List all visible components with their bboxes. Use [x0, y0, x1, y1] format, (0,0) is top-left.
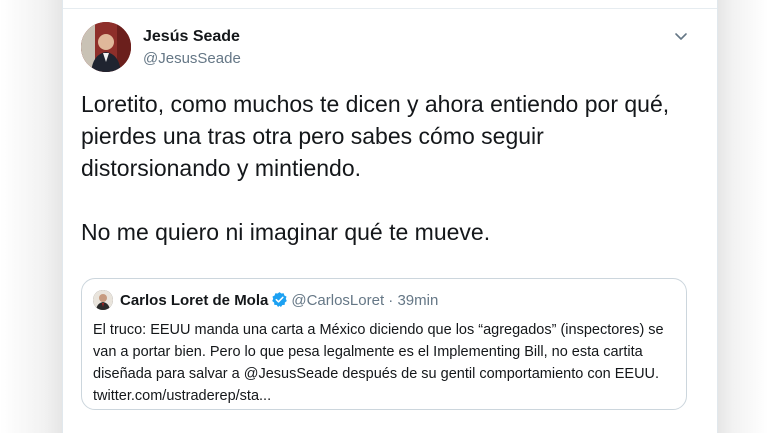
left-backdrop — [0, 0, 62, 433]
verified-badge-icon — [271, 291, 288, 312]
quoted-author-handle[interactable]: @CarlosLoret — [291, 292, 384, 309]
tweet-paragraph: Loretito, como muchos te dicen y ahora e… — [81, 91, 670, 181]
author-name[interactable]: Jesús Seade — [143, 28, 240, 46]
tweet-card[interactable]: Jesús Seade @JesusSeade Loretito, como m… — [62, 0, 718, 433]
chevron-down-icon[interactable] — [671, 26, 691, 46]
divider — [63, 8, 717, 9]
quoted-author-name[interactable]: Carlos Loret de Mola — [120, 292, 268, 309]
quoted-author-avatar[interactable] — [93, 290, 113, 310]
tweet-body: Loretito, como muchos te dicen y ahora e… — [81, 88, 681, 248]
quoted-tweet-text: El truco: EEUU manda una carta a México … — [93, 322, 664, 404]
right-backdrop — [718, 0, 768, 433]
separator-dot: · — [388, 292, 394, 309]
author-handle[interactable]: @JesusSeade — [143, 50, 241, 67]
quoted-header: Carlos Loret de Mola @CarlosLoret · 39min — [120, 291, 438, 312]
author-avatar[interactable] — [81, 22, 131, 72]
quoted-timestamp[interactable]: 39min — [397, 292, 438, 309]
quoted-tweet[interactable]: Carlos Loret de Mola @CarlosLoret · 39min… — [81, 278, 687, 410]
tweet-paragraph: No me quiero ni imaginar qué te mueve. — [81, 219, 491, 245]
